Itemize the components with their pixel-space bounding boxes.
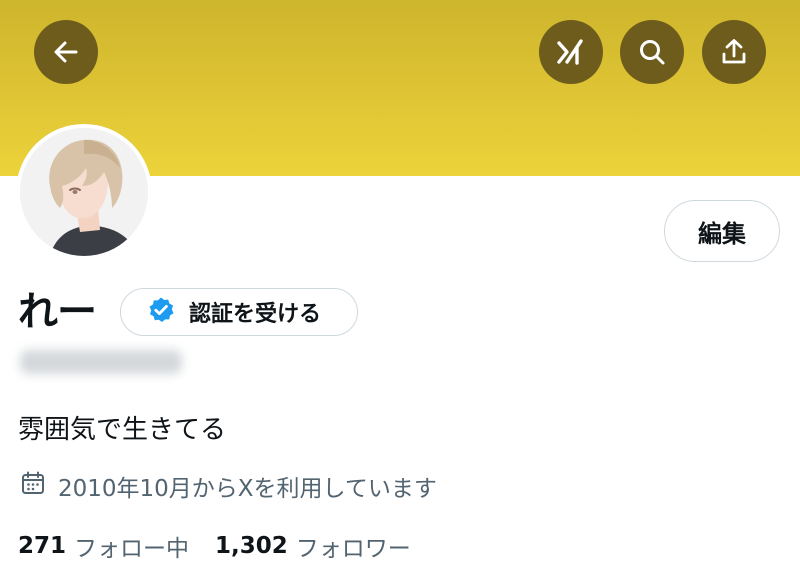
followers-label: フォロワー	[295, 536, 411, 562]
follow-stats: 271 フォロー中 1,302 フォロワー	[18, 526, 411, 566]
back-button[interactable]	[34, 20, 98, 84]
username-handle-blurred	[20, 350, 182, 374]
arrow-left-icon	[52, 38, 80, 66]
grok-icon	[554, 35, 588, 69]
calendar-icon	[20, 470, 58, 502]
verified-badge-icon	[147, 296, 175, 328]
get-verified-label: 認証を受ける	[189, 302, 322, 327]
followers-link[interactable]: 1,302 フォロワー	[215, 529, 411, 563]
edit-profile-label: 編集	[698, 219, 746, 248]
get-verified-button[interactable]: 認証を受ける	[120, 288, 358, 336]
avatar-image	[20, 128, 148, 256]
display-name: れー	[18, 289, 97, 335]
avatar[interactable]	[16, 124, 152, 260]
following-label: フォロー中	[74, 536, 190, 562]
search-button[interactable]	[620, 20, 684, 84]
following-link[interactable]: 271 フォロー中	[18, 529, 189, 563]
edit-profile-button[interactable]: 編集	[664, 200, 780, 262]
search-icon	[637, 37, 667, 67]
following-count: 271	[18, 533, 67, 559]
followers-count: 1,302	[215, 533, 288, 559]
profile-bio: 雰囲気で生きてる	[18, 415, 227, 445]
join-date-text: 2010年10月からXを利用しています	[58, 476, 437, 502]
share-button[interactable]	[702, 20, 766, 84]
share-icon	[719, 37, 749, 67]
grok-button[interactable]	[539, 20, 603, 84]
join-date: 2010年10月からXを利用しています	[20, 468, 437, 504]
